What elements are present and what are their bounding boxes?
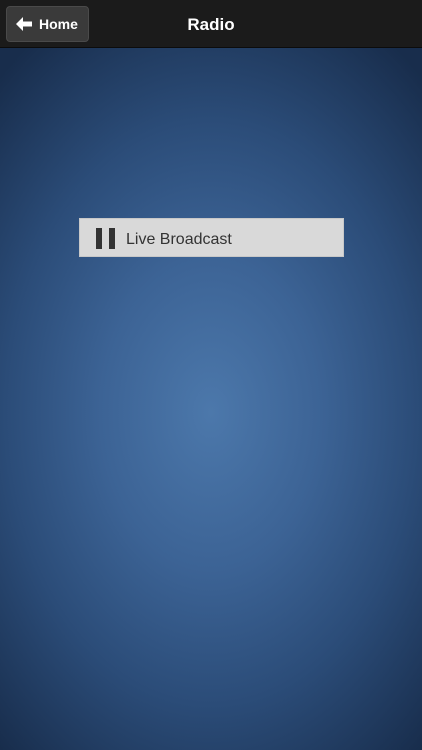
pause-icon-right-bar (109, 228, 115, 249)
pause-icon[interactable] (96, 228, 116, 249)
pause-icon-left-bar (96, 228, 102, 249)
page-title: Radio (187, 15, 235, 34)
radio-screen: Home Radio Live Broadcast (0, 0, 422, 750)
navigation-bar: Home Radio (0, 0, 422, 48)
live-broadcast-player[interactable]: Live Broadcast (79, 218, 344, 257)
player-label: Live Broadcast (126, 231, 232, 248)
